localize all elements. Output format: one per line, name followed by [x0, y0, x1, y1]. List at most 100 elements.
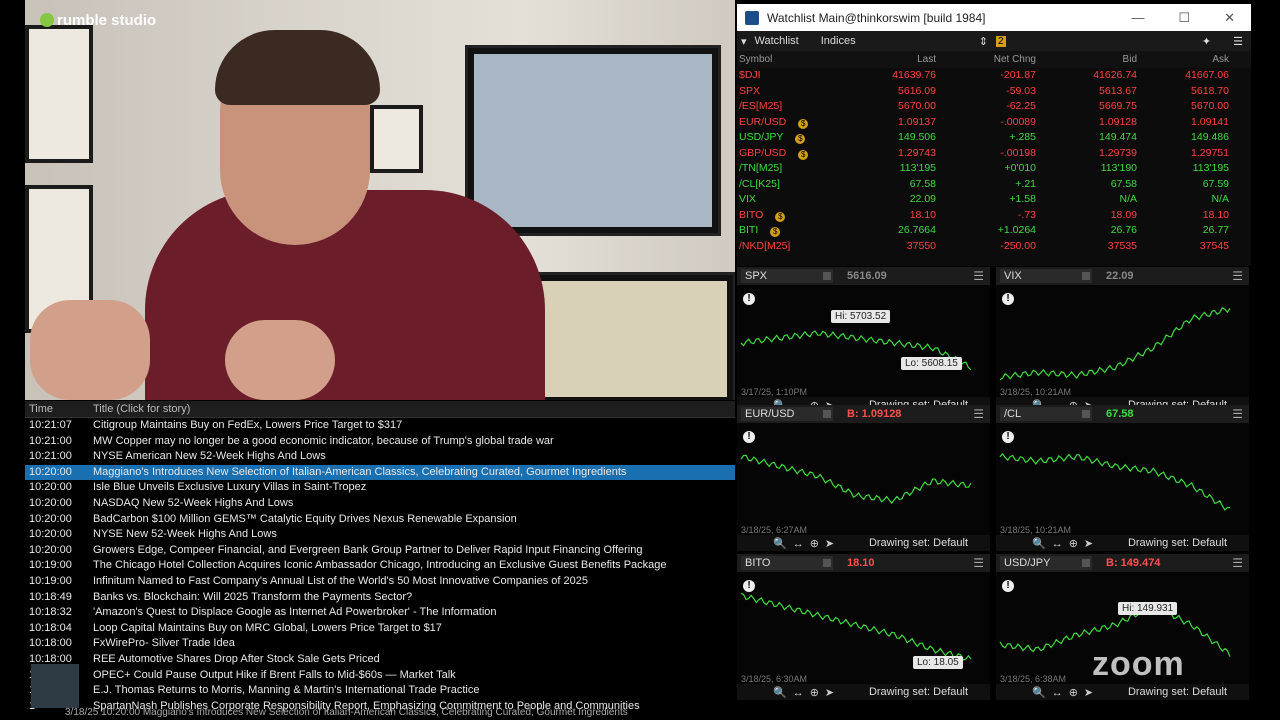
watchlist-row[interactable]: BITO $ 18.10 -.73 18.09 18.10	[737, 208, 1251, 224]
chart-date-label: 3/17/25, 1:10PM	[741, 387, 808, 397]
dropdown-icon[interactable]	[1082, 410, 1090, 418]
chart-menu-icon[interactable]: ☰	[1232, 269, 1243, 283]
chart-panel[interactable]: VIX22.09☰!3/18/25, 10:21AM🔍↔⊕➤Drawing se…	[996, 267, 1249, 413]
dropdown-icon[interactable]	[1082, 559, 1090, 567]
price-chart[interactable]	[996, 423, 1249, 535]
news-row[interactable]: 1OPEC+ Could Pause Output Hike if Brent …	[25, 668, 735, 684]
watchlist-row[interactable]: /NKD[M25] 37550 -250.00 37535 37545	[737, 239, 1251, 255]
close-icon[interactable]: ✕	[1224, 10, 1235, 26]
news-row[interactable]: 10:20:00 NASDAQ New 52-Week Highs And Low…	[25, 496, 735, 512]
chart-menu-icon[interactable]: ☰	[1232, 556, 1243, 570]
list-selector[interactable]: Indices	[821, 35, 971, 47]
symbol-selector[interactable]: /CL	[1000, 407, 1092, 421]
watchlist-tab[interactable]: Watchlist	[755, 35, 799, 47]
price-chart[interactable]	[737, 285, 990, 397]
watchlist-row[interactable]: /CL[K25] 67.58 +.21 67.58 67.59	[737, 177, 1251, 193]
drawing-set-selector[interactable]: Drawing set: Default	[869, 686, 968, 698]
chart-panel[interactable]: SPX 5616.09 ☰! 3/17/25, 1:10PM Hi: 5703.52 Lo…	[737, 267, 990, 413]
news-row[interactable]: 10:18:00 REE Automotive Shares Drop After…	[25, 652, 735, 668]
chart-panel[interactable]: BITO 18.10 ☰! 3/18/25, 6:30AM Lo: 18.05 🔍↔⊕➤ D…	[737, 554, 990, 700]
dropdown-icon[interactable]	[823, 272, 831, 280]
drawing-set-selector[interactable]: Drawing set: Default	[1128, 686, 1227, 698]
info-icon[interactable]: !	[743, 293, 755, 305]
news-headline: REE Automotive Shares Drop After Stock S…	[93, 652, 380, 665]
chart-tools[interactable]: 🔍↔⊕➤	[773, 537, 840, 550]
chart-menu-icon[interactable]: ☰	[973, 556, 984, 570]
news-row[interactable]: 10:20:00 Maggiano's Introduces New Select…	[25, 464, 735, 481]
pin-icon[interactable]: ✦	[1202, 35, 1211, 48]
news-row[interactable]: 1E.J. Thomas Returns to Morris, Manning …	[25, 683, 735, 699]
symbol-selector[interactable]: SPX	[741, 269, 833, 283]
chart-menu-icon[interactable]: ☰	[1232, 407, 1243, 421]
maximize-icon[interactable]: ☐	[1178, 10, 1190, 26]
symbol-selector[interactable]: BITO	[741, 556, 833, 570]
drawing-set-selector[interactable]: Drawing set: Default	[1128, 537, 1227, 549]
news-headline: Banks vs. Blockchain: Will 2025 Transfor…	[93, 590, 413, 603]
column-symbol[interactable]: Symbol	[737, 54, 821, 65]
watchlist-row[interactable]: BITI $ 26.7664 +1.0264 26.76 26.77	[737, 223, 1251, 239]
collapse-icon[interactable]: ▾	[741, 35, 747, 48]
dropdown-icon[interactable]	[823, 559, 831, 567]
chart-menu-icon[interactable]: ☰	[973, 269, 984, 283]
chart-tools[interactable]: 🔍↔⊕➤	[773, 686, 840, 699]
info-icon[interactable]: !	[1002, 431, 1014, 443]
column-last[interactable]: Last	[821, 54, 936, 65]
high-label: Hi: 149.931	[1118, 602, 1178, 615]
minimize-icon[interactable]: —	[1131, 10, 1144, 26]
time-column-header[interactable]: Time	[25, 403, 93, 415]
spinner-icon[interactable]: ⇕	[979, 35, 988, 48]
news-row[interactable]: 10:20:00 BadCarbon $100 Million GEMS™ Cat…	[25, 512, 735, 528]
news-headline: OPEC+ Could Pause Output Hike if Brent F…	[93, 668, 456, 681]
news-row[interactable]: 10:21:00 NYSE American New 52-Week Highs …	[25, 449, 735, 465]
symbol-selector[interactable]: USD/JPY	[1000, 556, 1092, 570]
zoom-icon: 🔍	[773, 686, 793, 699]
title-column-header[interactable]: Title (Click for story)	[93, 403, 190, 415]
news-row[interactable]: 10:18:49 Banks vs. Blockchain: Will 2025 …	[25, 590, 735, 606]
drawing-set-selector[interactable]: Drawing set: Default	[869, 537, 968, 549]
news-row[interactable]: 10:21:07 Citigroup Maintains Buy on FedEx…	[25, 418, 735, 434]
watchlist-row[interactable]: $DJI 41639.76 -201.87 41626.74 41667.06	[737, 68, 1251, 84]
news-headline: The Chicago Hotel Collection Acquires Ic…	[93, 559, 667, 572]
news-headline: MW Copper may no longer be a good econom…	[93, 434, 554, 447]
watchlist-row[interactable]: USD/JPY $ 149.506 +.285 149.474 149.486	[737, 130, 1251, 146]
pan-icon: ↔	[792, 686, 810, 699]
news-row[interactable]: 10:19:00 The Chicago Hotel Collection Acq…	[25, 558, 735, 574]
column-net-change[interactable]: Net Chng	[936, 54, 1036, 65]
watchlist-row[interactable]: VIX 22.09 +1.58 N/A N/A	[737, 192, 1251, 208]
chart-panel[interactable]: /CL 67.58 ☰! 3/18/25, 10:21AM 🔍↔⊕➤ Drawing se…	[996, 405, 1249, 551]
info-icon[interactable]: !	[1002, 580, 1014, 592]
dropdown-icon[interactable]	[1082, 272, 1090, 280]
watchlist-row[interactable]: EUR/USD $ 1.09137 -.00089 1.09128 1.09141	[737, 115, 1251, 131]
price-chart[interactable]	[996, 285, 1249, 397]
info-icon[interactable]: !	[743, 431, 755, 443]
news-row[interactable]: 10:19:00 Infinitum Named to Fast Company'…	[25, 574, 735, 590]
news-row[interactable]: 10:20:00 NYSE New 52-Week Highs And Lows	[25, 527, 735, 543]
link-group-badge[interactable]: 2	[995, 35, 1006, 47]
price-line	[999, 306, 1231, 381]
price-chart[interactable]	[737, 423, 990, 535]
news-row[interactable]: 10:18:00 FxWirePro- Silver Trade Idea	[25, 636, 735, 652]
news-headline: 'Amazon's Quest to Displace Google as In…	[93, 606, 497, 619]
news-row[interactable]: 10:18:04 Loop Capital Maintains Buy on MR…	[25, 621, 735, 637]
news-row[interactable]: 10:21:00 MW Copper may no longer be a goo…	[25, 434, 735, 450]
chart-tools[interactable]: 🔍↔⊕➤	[1032, 537, 1099, 550]
column-ask[interactable]: Ask	[1137, 54, 1229, 65]
watchlist-row[interactable]: GBP/USD $ 1.29743 -.00198 1.29739 1.29751	[737, 146, 1251, 162]
news-row[interactable]: 10:18:32 'Amazon's Quest to Displace Goog…	[25, 605, 735, 621]
chart-tools[interactable]: 🔍↔⊕➤	[1032, 686, 1099, 699]
symbol-selector[interactable]: VIX	[1000, 269, 1092, 283]
watchlist-row[interactable]: /TN[M25] 113'195 +0'010 113'190 113'195	[737, 161, 1251, 177]
info-icon[interactable]: !	[743, 580, 755, 592]
dropdown-icon[interactable]	[823, 410, 831, 418]
watchlist-row[interactable]: SPX 5616.09 -59.03 5613.67 5618.70	[737, 84, 1251, 100]
news-row[interactable]: 10:20:00 Isle Blue Unveils Exclusive Luxu…	[25, 480, 735, 496]
chart-panel[interactable]: EUR/USD B: 1.09128 ☰! 3/18/25, 6:27AM 🔍↔⊕➤ Dr…	[737, 405, 990, 551]
chart-menu-icon[interactable]: ☰	[973, 407, 984, 421]
menu-icon[interactable]: ☰	[1233, 35, 1243, 48]
symbol-selector[interactable]: EUR/USD	[741, 407, 833, 421]
watchlist-row[interactable]: /ES[M25] 5670.00 -62.25 5669.75 5670.00	[737, 99, 1251, 115]
info-icon[interactable]: !	[1002, 293, 1014, 305]
news-row[interactable]: 10:20:00 Growers Edge, Compeer Financial,…	[25, 543, 735, 559]
net-change-cell: +0'010	[1004, 162, 1037, 174]
column-bid[interactable]: Bid	[1036, 54, 1137, 65]
